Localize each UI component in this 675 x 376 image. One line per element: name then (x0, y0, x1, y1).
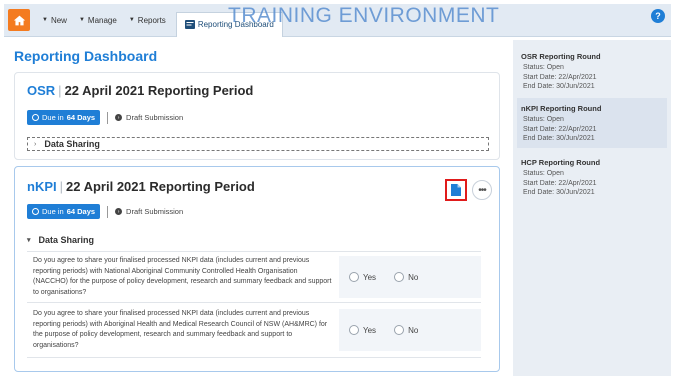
caret-down-icon: ▼ (128, 17, 135, 23)
osr-card-title: OSR | 22 April 2021 Reporting Period (27, 83, 254, 98)
arrow-circle-icon: › (115, 114, 123, 121)
help-icon[interactable]: ? (651, 9, 665, 23)
data-sharing-toggle[interactable]: ▾ Data Sharing (27, 235, 94, 245)
reporting-rounds-panel: OSR Reporting Round Status: Open Start D… (513, 40, 671, 376)
arrow-circle-icon: › (115, 208, 123, 215)
chevron-down-icon: ▾ (27, 237, 31, 244)
yes-radio-option[interactable]: Yes (349, 272, 376, 282)
due-badge: Due in 64 Days (27, 110, 101, 125)
nav-manage[interactable]: ▼ Manage (79, 16, 117, 25)
top-nav-bar: ▼ New ▼ Manage ▼ Reports Reporting Dashboar… (4, 4, 671, 37)
more-options-button[interactable]: ••• (472, 180, 492, 200)
page-title: Reporting Dashboard (14, 48, 158, 64)
data-sharing-toggle[interactable]: › Data Sharing (27, 137, 489, 151)
home-button[interactable] (8, 9, 30, 31)
nkpi-reporting-card: nKPI | 22 April 2021 Reporting Period ••• … (14, 166, 500, 372)
answer-options: Yes No (339, 309, 481, 351)
round-nkpi[interactable]: nKPI Reporting Round Status: Open Start … (517, 98, 667, 148)
home-icon (13, 15, 25, 25)
nav-reporting-dashboard[interactable]: Reporting Dashboard (175, 11, 283, 37)
nav-reports[interactable]: ▼ Reports (129, 16, 166, 25)
due-badge: Due in 64 Days (27, 204, 101, 219)
round-osr[interactable]: OSR Reporting Round Status: Open Start D… (517, 46, 667, 96)
ellipsis-icon: ••• (478, 184, 486, 196)
question-row-ahmrc: Do you agree to share your finalised pro… (27, 309, 481, 351)
nkpi-status-row: Due in 64 Days › Draft Submission (27, 204, 183, 219)
submission-status: › Draft Submission (115, 113, 183, 122)
submission-status: › Draft Submission (115, 207, 183, 216)
file-icon (451, 184, 461, 196)
yes-radio-option[interactable]: Yes (349, 325, 376, 335)
view-form-button[interactable] (445, 179, 467, 201)
dashboard-icon (184, 20, 195, 29)
answer-options: Yes No (339, 256, 481, 298)
caret-down-icon: ▼ (42, 17, 48, 23)
clock-icon (32, 114, 39, 121)
radio-button[interactable] (349, 325, 359, 335)
chevron-right-icon: › (34, 140, 37, 148)
radio-button[interactable] (394, 325, 405, 335)
round-hcp[interactable]: HCP Reporting Round Status: Open Start D… (517, 152, 667, 202)
radio-button[interactable] (349, 272, 359, 282)
nkpi-card-title: nKPI | 22 April 2021 Reporting Period (27, 179, 255, 194)
no-radio-option[interactable]: No (394, 325, 418, 335)
no-radio-option[interactable]: No (394, 272, 418, 282)
clock-icon (32, 208, 39, 215)
osr-reporting-card: OSR | 22 April 2021 Reporting Period Due i… (14, 72, 500, 160)
osr-status-row: Due in 64 Days › Draft Submission (27, 110, 183, 125)
caret-down-icon: ▼ (78, 17, 85, 23)
question-row-naccho: Do you agree to share your finalised pro… (27, 256, 481, 298)
nav-new[interactable]: ▼ New (42, 16, 67, 25)
radio-button[interactable] (394, 272, 405, 282)
